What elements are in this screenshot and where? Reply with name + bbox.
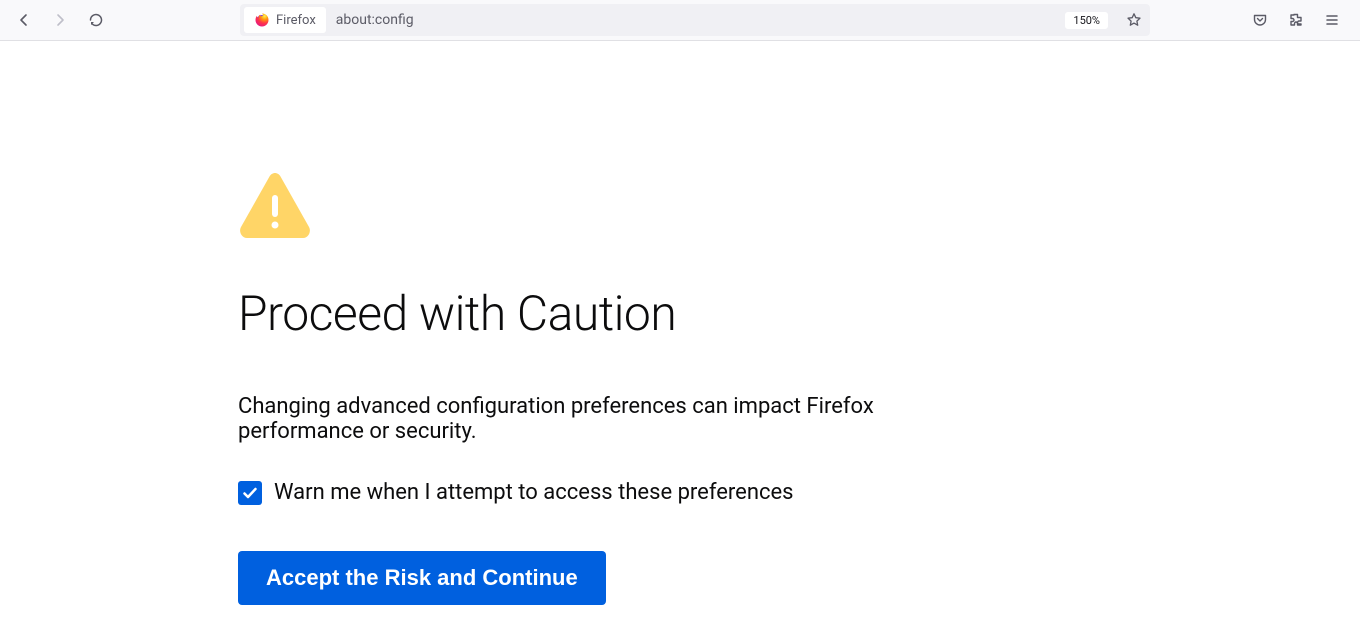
- url-text: about:config: [336, 12, 1058, 28]
- accept-risk-button[interactable]: Accept the Risk and Continue: [238, 551, 606, 605]
- checkbox-row: Warn me when I attempt to access these p…: [238, 480, 950, 505]
- identity-label: Firefox: [276, 13, 316, 28]
- forward-button[interactable]: [44, 4, 76, 36]
- reload-button[interactable]: [80, 4, 112, 36]
- firefox-logo-icon: [254, 12, 270, 28]
- checkbox-label: Warn me when I attempt to access these p…: [274, 480, 794, 505]
- pocket-button[interactable]: [1244, 4, 1276, 36]
- identity-box[interactable]: Firefox: [244, 7, 326, 33]
- warning-triangle-icon: [238, 171, 950, 245]
- page-title: Proceed with Caution: [238, 285, 950, 342]
- bookmark-star-button[interactable]: [1120, 6, 1148, 34]
- warning-description: Changing advanced configuration preferen…: [238, 394, 950, 444]
- browser-toolbar: Firefox about:config 150%: [0, 0, 1360, 41]
- warning-content: Proceed with Caution Changing advanced c…: [0, 41, 950, 605]
- back-button[interactable]: [8, 4, 40, 36]
- warn-checkbox[interactable]: [238, 481, 262, 505]
- extensions-button[interactable]: [1280, 4, 1312, 36]
- zoom-badge[interactable]: 150%: [1065, 12, 1108, 29]
- url-bar[interactable]: Firefox about:config 150%: [240, 4, 1150, 36]
- menu-button[interactable]: [1316, 4, 1348, 36]
